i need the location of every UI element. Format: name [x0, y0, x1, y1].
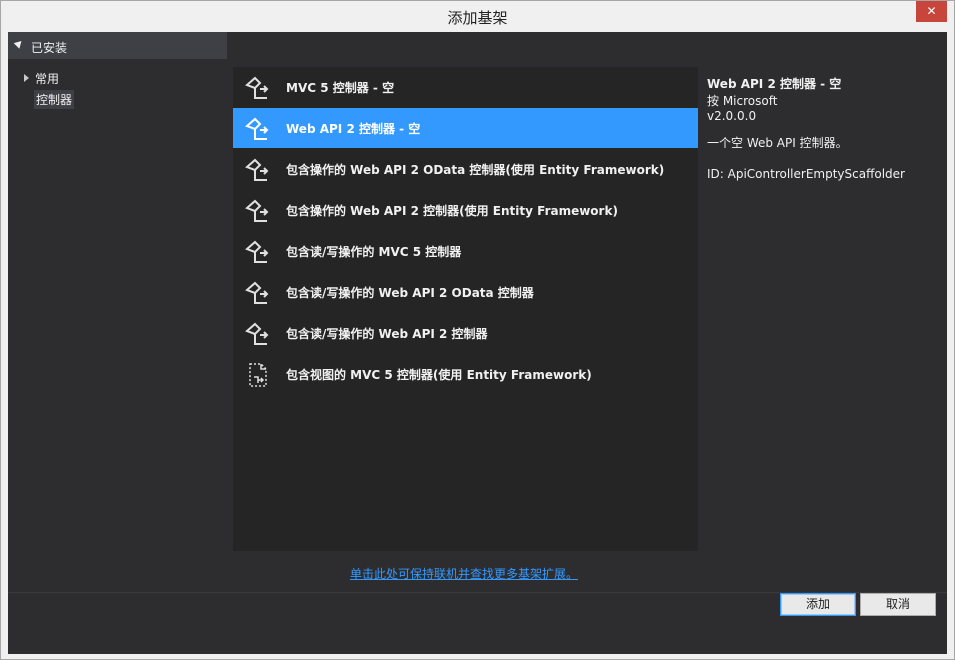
details-version: v2.0.0.0: [707, 109, 757, 123]
details-title: Web API 2 控制器 - 空: [707, 77, 842, 91]
online-extensions-link[interactable]: 单击此处可保持联机并查找更多基架扩展。: [350, 565, 578, 582]
list-item-mvc5-empty[interactable]: MVC 5 控制器 - 空: [233, 67, 698, 107]
list-item-webapi2-empty[interactable]: Web API 2 控制器 - 空: [233, 108, 698, 148]
list-item-webapi2-readwrite[interactable]: 包含读/写操作的 Web API 2 控制器: [233, 313, 698, 353]
dialog-title: 添加基架: [447, 9, 508, 27]
controller-icon: [245, 76, 269, 99]
installed-header[interactable]: 已安装: [8, 32, 227, 59]
list-item-webapi2-odata-readwrite[interactable]: 包含读/写操作的 Web API 2 OData 控制器: [233, 272, 698, 312]
close-button[interactable]: ✕: [916, 1, 947, 22]
details-author: 按 Microsoft: [707, 94, 778, 108]
list-item-label: Web API 2 控制器 - 空: [286, 122, 421, 136]
installed-label: 已安装: [31, 41, 68, 55]
list-item-label: 包含视图的 MVC 5 控制器(使用 Entity Framework): [286, 368, 592, 382]
expand-triangle-icon[interactable]: [24, 74, 29, 82]
list-item-mvc5-readwrite[interactable]: 包含读/写操作的 MVC 5 控制器: [233, 231, 698, 271]
controller-icon: [245, 322, 269, 345]
controller-icon: [245, 117, 269, 140]
details-description: 一个空 Web API 控制器。: [707, 136, 848, 150]
controller-icon: [245, 158, 269, 181]
cancel-button[interactable]: 取消: [860, 593, 936, 616]
collapse-triangle-icon[interactable]: [13, 38, 25, 49]
list-item-webapi2-ef[interactable]: 包含操作的 Web API 2 控制器(使用 Entity Framework): [233, 190, 698, 230]
list-item-mvc5-views-ef[interactable]: 包含视图的 MVC 5 控制器(使用 Entity Framework): [233, 354, 698, 394]
list-item-label: 包含读/写操作的 Web API 2 控制器: [286, 327, 488, 341]
list-item-label: 包含读/写操作的 MVC 5 控制器: [286, 245, 462, 259]
list-item-label: 包含读/写操作的 Web API 2 OData 控制器: [286, 286, 534, 300]
dialog-body: 已安装 常用 控制器 MVC 5 控制器 - 空 Web API 2 控制器 -…: [8, 32, 947, 654]
controller-icon: [245, 240, 269, 263]
scaffolder-list: MVC 5 控制器 - 空 Web API 2 控制器 - 空 包含操作的 We…: [233, 67, 698, 551]
add-button[interactable]: 添加: [780, 593, 856, 616]
list-item-label: 包含操作的 Web API 2 OData 控制器(使用 Entity Fram…: [286, 163, 665, 177]
tree-item-common[interactable]: 常用: [35, 70, 59, 87]
title-bar: 添加基架 ✕: [1, 1, 954, 32]
list-item-label: MVC 5 控制器 - 空: [286, 81, 395, 95]
view-controller-icon: [249, 363, 267, 387]
add-scaffold-dialog: 添加基架 ✕ 已安装 常用 控制器 MVC 5 控制器 - 空 Web API …: [0, 0, 955, 660]
list-item-label: 包含操作的 Web API 2 控制器(使用 Entity Framework): [286, 204, 618, 218]
controller-icon: [245, 281, 269, 304]
tree-item-controller[interactable]: 控制器: [34, 90, 75, 109]
controller-icon: [245, 199, 269, 222]
list-item-webapi2-odata-ef[interactable]: 包含操作的 Web API 2 OData 控制器(使用 Entity Fram…: [233, 149, 698, 189]
details-id: ID: ApiControllerEmptyScaffolder: [707, 167, 905, 181]
